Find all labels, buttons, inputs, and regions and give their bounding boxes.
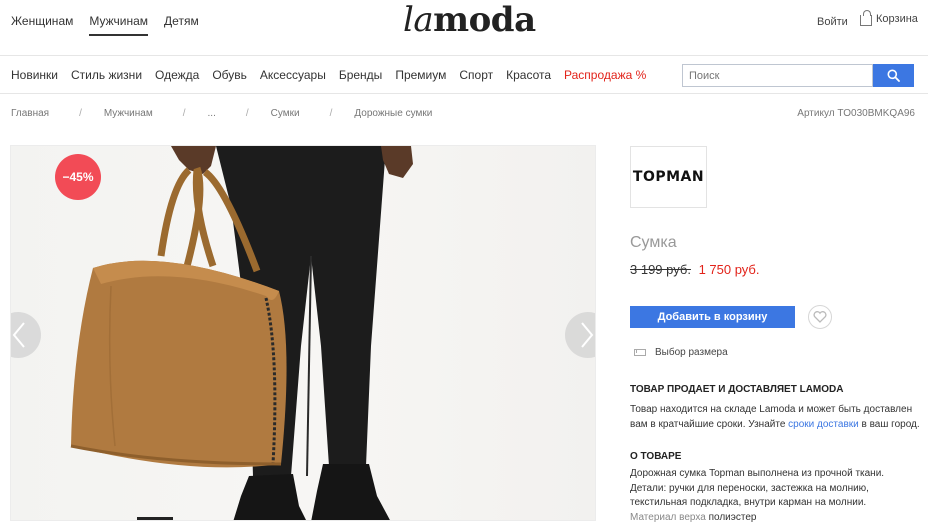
breadcrumb-separator: / <box>329 108 333 119</box>
add-to-cart-button[interactable]: Добавить в корзину <box>630 306 795 328</box>
nav-item-accessories[interactable]: Аксессуары <box>260 68 326 82</box>
search-icon <box>887 69 900 82</box>
tab-women[interactable]: Женщинам <box>11 14 73 36</box>
gallery-position-indicator <box>137 517 173 520</box>
tab-kids[interactable]: Детям <box>164 14 199 36</box>
nav-item-premium[interactable]: Премиум <box>395 68 446 82</box>
search-button[interactable] <box>873 64 914 87</box>
breadcrumb-separator: / <box>79 108 82 119</box>
breadcrumb-bags[interactable]: Сумки <box>271 108 300 119</box>
material-value: полиэстер <box>708 512 757 523</box>
ruler-icon <box>634 349 646 356</box>
discount-badge: −45% <box>55 154 101 200</box>
nav-item-sport[interactable]: Спорт <box>459 68 493 82</box>
login-link[interactable]: Войти <box>817 16 848 28</box>
bag-icon <box>860 9 872 26</box>
breadcrumb-men[interactable]: Мужчинам <box>104 108 153 119</box>
material-label: Материал верха <box>630 512 706 523</box>
product-sku: Артикул TO030BMKQA96 <box>797 108 915 119</box>
breadcrumb-home[interactable]: Главная <box>11 108 49 119</box>
about-line: текстильная подкладка, внутри карман на … <box>630 497 867 508</box>
cart-label: Корзина <box>876 13 918 25</box>
nav-item-lifestyle[interactable]: Стиль жизни <box>71 68 142 82</box>
breadcrumb: Главная / Мужчинам / ... / Сумки / Дорож… <box>11 108 432 119</box>
breadcrumb-ellipsis[interactable]: ... <box>208 108 216 119</box>
about-heading: О ТОВАРЕ <box>630 451 682 462</box>
search-bar <box>682 64 914 87</box>
gender-nav: Женщинам Мужчинам Детям <box>11 14 199 36</box>
brand-logo[interactable]: TOPMAN <box>630 146 707 208</box>
nav-item-brands[interactable]: Бренды <box>339 68 382 82</box>
product-prices: 3 199 руб. 1 750 руб. <box>630 262 760 277</box>
tab-men[interactable]: Мужчинам <box>89 14 149 36</box>
about-line: Дорожная сумка Topman выполнена из прочн… <box>630 468 885 479</box>
nav-item-clothes[interactable]: Одежда <box>155 68 199 82</box>
product-photo <box>70 146 413 520</box>
heart-icon <box>813 311 827 323</box>
delivery-heading: ТОВАР ПРОДАЕТ И ДОСТАВЛЯЕТ LAMODA <box>630 384 844 395</box>
chevron-right-icon <box>581 322 594 348</box>
delivery-terms-link[interactable]: сроки доставки <box>788 419 859 430</box>
delivery-text: Товар находится на складе Lamoda и может… <box>630 404 920 430</box>
old-price: 3 199 руб. <box>630 262 691 277</box>
about-line: Детали: ручки для переноски, застежка на… <box>630 483 869 494</box>
size-picker[interactable]: Выбор размера <box>634 347 728 358</box>
search-input[interactable] <box>682 64 873 87</box>
material-row: Материал верха полиэстер <box>630 512 756 523</box>
new-price: 1 750 руб. <box>698 262 760 277</box>
breadcrumb-separator: / <box>245 108 249 119</box>
nav-item-new[interactable]: Новинки <box>11 68 58 82</box>
nav-item-beauty[interactable]: Красота <box>506 68 551 82</box>
nav-item-shoes[interactable]: Обувь <box>212 68 247 82</box>
favorite-button[interactable] <box>808 305 832 329</box>
size-picker-label: Выбор размера <box>655 347 728 358</box>
product-gallery[interactable]: −45% <box>10 145 596 521</box>
chevron-left-icon <box>12 322 25 348</box>
breadcrumb-travel-bags[interactable]: Дорожные сумки <box>354 108 432 119</box>
cart-link[interactable]: Корзина <box>860 9 918 26</box>
lamoda-logo[interactable]: lamoda <box>403 0 536 40</box>
category-nav: Новинки Стиль жизни Одежда Обувь Аксессу… <box>0 56 928 94</box>
breadcrumb-separator: / <box>182 108 186 119</box>
top-header: Женщинам Мужчинам Детям lamoda Войти Кор… <box>0 0 928 56</box>
nav-item-sale[interactable]: Распродажа % <box>564 68 646 82</box>
product-title: Сумка <box>630 234 677 251</box>
